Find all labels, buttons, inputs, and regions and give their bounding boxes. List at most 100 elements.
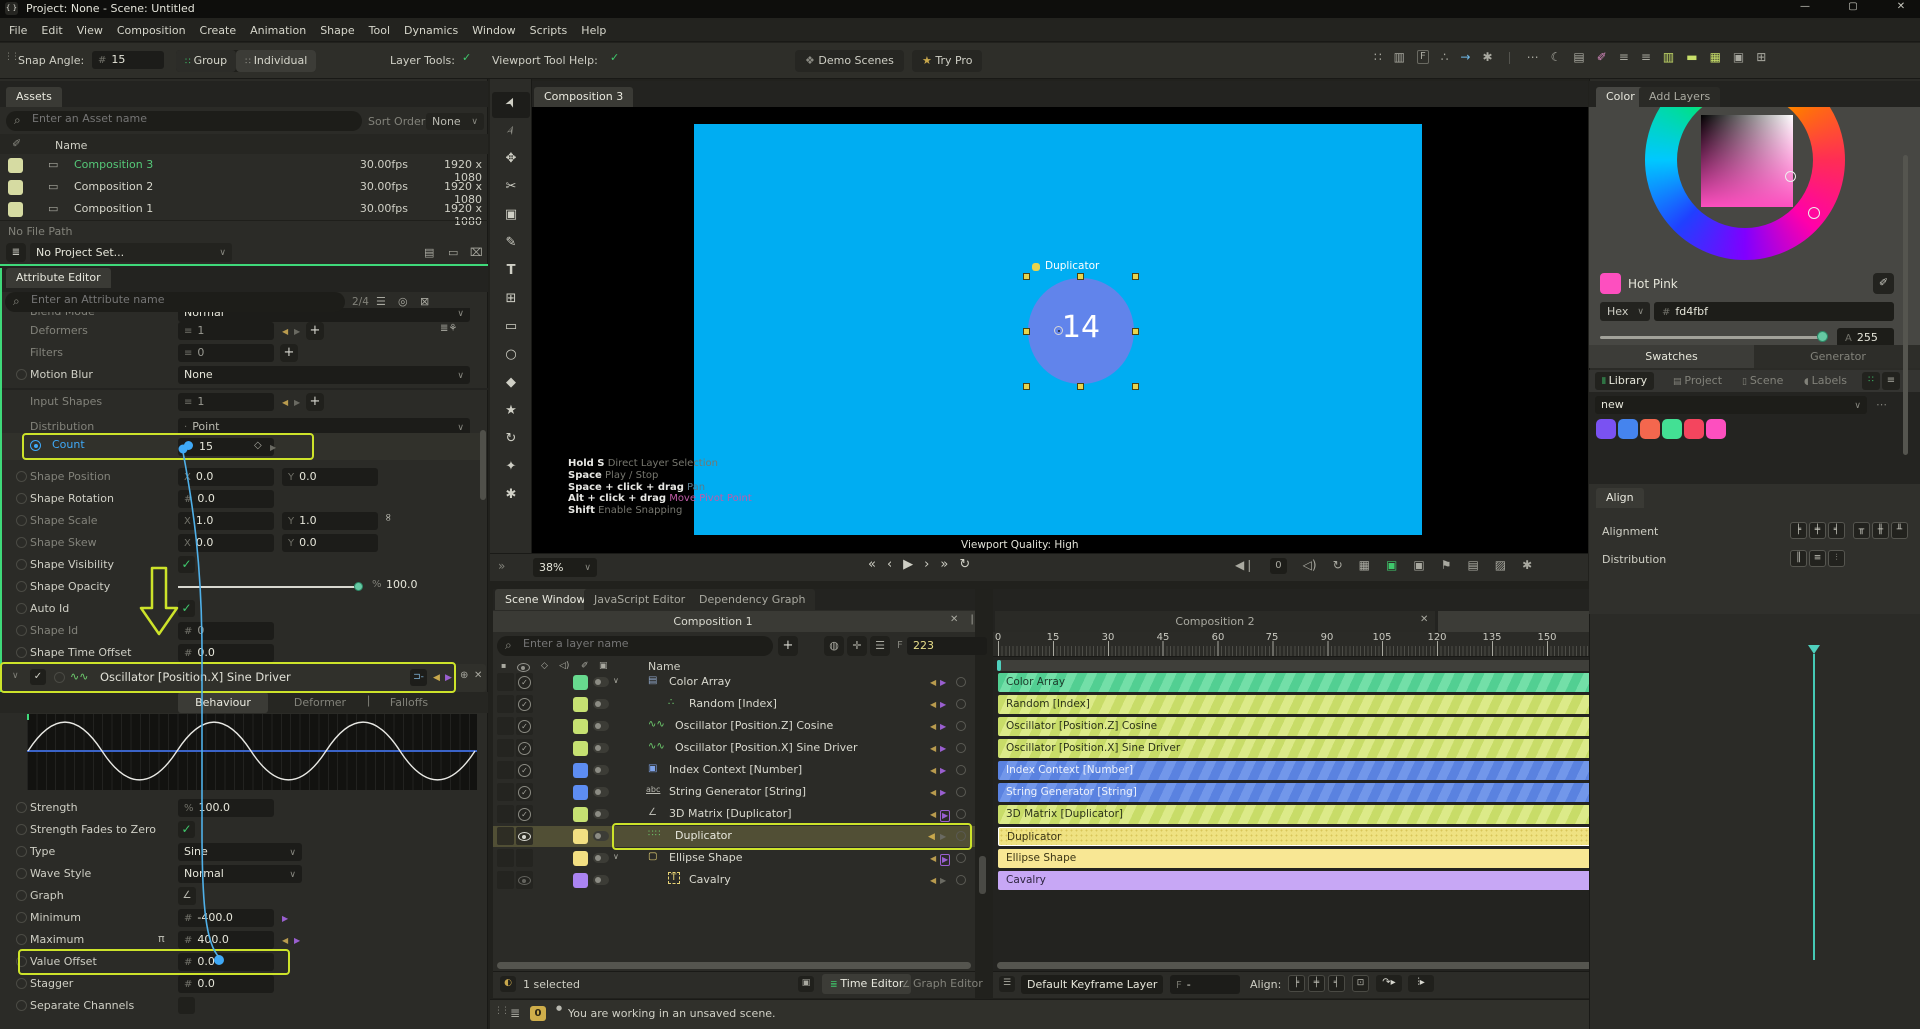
try-pro-button[interactable]: ★ Try Pro — [912, 50, 982, 72]
tool-settings-icon[interactable]: ✱ — [506, 487, 517, 502]
render-settings-icon[interactable]: ✱ — [1522, 558, 1532, 574]
alpha-slider[interactable] — [1600, 336, 1826, 339]
input-shapes-field[interactable]: ≡1 — [178, 393, 274, 411]
layer-row-ellipse[interactable]: ∨ ▢ Ellipse Shape ◀ ▶ — [493, 848, 975, 869]
in-handle-icon[interactable]: ◀ — [930, 876, 936, 886]
next-arrow-icon[interactable]: ▶ — [294, 936, 300, 946]
graph-editor-button[interactable]: ∠ Graph Editor — [898, 974, 987, 994]
asset-name[interactable]: Composition 3 — [74, 158, 153, 171]
expand-chevron-icon[interactable]: ∨ — [613, 676, 619, 685]
selection-handle[interactable] — [1023, 383, 1030, 390]
transform-tool-icon[interactable]: ⊞ — [506, 291, 517, 306]
oscillator-graph[interactable] — [27, 714, 477, 790]
enabled-check-icon[interactable]: ✓ — [518, 676, 531, 689]
close-behaviour-icon[interactable]: ✕ — [474, 670, 482, 681]
clear-icon[interactable]: ⊠ — [420, 295, 429, 308]
layer-row-oscillator-x[interactable]: ✓ ∿∿ Oscillator [Position.X] Sine Driver… — [493, 738, 975, 759]
enabled-check-icon[interactable]: ✓ — [518, 786, 531, 799]
out-handle-icon[interactable]: ▶ — [940, 810, 950, 822]
deformers-field[interactable]: ≡1 — [178, 322, 274, 340]
menu-tool[interactable]: Tool — [364, 21, 395, 41]
add-layer-button[interactable]: + — [778, 636, 798, 656]
sparkle-tool-icon[interactable]: ✦ — [506, 459, 517, 474]
text-tool-icon[interactable]: T — [507, 263, 516, 278]
layer-row-3d-matrix[interactable]: ✓ ∠ 3D Matrix [Duplicator] ◀ ▶ — [493, 804, 975, 825]
close-tab-icon[interactable]: ✕ — [1420, 614, 1428, 625]
strength-field[interactable]: %100.0 — [178, 799, 274, 817]
shape-skew-x-field[interactable]: X0.0 — [178, 534, 274, 552]
loop-circle-icon[interactable] — [956, 699, 966, 709]
next-arrow-icon[interactable]: ▶ — [270, 443, 276, 453]
layer-name[interactable]: Duplicator — [675, 829, 732, 842]
menu-animation[interactable]: Animation — [245, 21, 311, 41]
maximize-button[interactable]: ▢ — [1838, 1, 1868, 12]
toolbar-align-left-icon[interactable]: ≡ — [1619, 50, 1629, 64]
add-deformer-button[interactable]: + — [306, 322, 324, 340]
star-tool-icon[interactable]: ★ — [505, 403, 517, 418]
menu-shape[interactable]: Shape — [315, 21, 359, 41]
loop-circle-icon[interactable] — [956, 721, 966, 731]
layer-toggle-pill[interactable] — [593, 853, 609, 863]
next-frame-icon[interactable]: › — [924, 557, 929, 572]
library-button[interactable]: ⫴ Library — [1595, 372, 1654, 390]
group-button[interactable]: ∷ Group — [176, 50, 236, 72]
layer-toggle-pill[interactable] — [593, 677, 609, 687]
layer-row-random[interactable]: ✓ ∴ Random [Index] ◀ ▶ — [493, 694, 975, 715]
toolbar-align-right-icon[interactable]: ≡ — [1641, 50, 1651, 64]
toolbar-moon-icon[interactable]: ☾ — [1551, 50, 1562, 64]
out-handle-icon[interactable]: ▶ — [940, 832, 946, 842]
skip-start-icon[interactable]: « — [868, 557, 876, 572]
ease-curve-icon[interactable]: ↷▸ — [1376, 975, 1402, 992]
hex-mode-select[interactable]: Hex∨ — [1600, 302, 1650, 321]
viewport-tool-help-check-icon[interactable]: ✓ — [610, 51, 619, 64]
type-select[interactable]: Sine∨ — [178, 843, 302, 861]
shape-scale-toggle[interactable] — [16, 515, 27, 526]
loop-circle-icon[interactable] — [956, 677, 966, 687]
layer-name[interactable]: Oscillator [Position.Z] Cosine — [675, 719, 833, 732]
toolbar-layout-icon[interactable]: ⊞ — [1756, 50, 1766, 64]
grid-overlay-icon[interactable]: ▦ — [1359, 558, 1370, 574]
pencil-tool-icon[interactable]: ✎ — [506, 235, 517, 250]
shape-opacity-slider[interactable] — [178, 586, 362, 588]
log-icon[interactable]: ≣ — [510, 1006, 520, 1020]
screen-active-icon[interactable]: ▣ — [1386, 558, 1397, 574]
individual-button[interactable]: ∷ Individual — [236, 50, 316, 72]
asset-row[interactable]: ▭ Composition 2 30.00fps 1920 x 1080 — [0, 177, 488, 198]
tab-scene-composition-1[interactable]: Composition 1 — [493, 611, 933, 632]
minimum-field[interactable]: #-400.0 — [178, 909, 274, 927]
toolbar-grid2-icon[interactable]: ▦ — [1710, 50, 1721, 64]
loop-circle-icon[interactable] — [956, 809, 966, 819]
next-arrow-icon[interactable]: ▶ — [445, 673, 452, 683]
separate-channels-checkbox[interactable] — [178, 997, 195, 1014]
auto-id-checkbox[interactable]: ✓ — [178, 600, 195, 617]
deformer-extra-icons[interactable]: ≣⚘ — [440, 323, 457, 334]
layer-toggle-pill[interactable] — [593, 721, 609, 731]
align-h-center-icon[interactable]: ╪ — [1809, 522, 1826, 539]
stagger-toggle[interactable] — [16, 978, 27, 989]
eyedropper-button[interactable]: ✐ — [1873, 273, 1894, 294]
value-offset-toggle[interactable] — [16, 956, 27, 967]
shape-opacity-slider-handle[interactable] — [354, 582, 363, 591]
target-icon[interactable]: ◎ — [398, 295, 408, 308]
align-h-left-icon[interactable]: ╞ — [1790, 522, 1807, 539]
footer-frame-field[interactable]: F- — [1170, 975, 1240, 994]
layer-name[interactable]: String Generator [String] — [669, 785, 806, 798]
warning-count-badge[interactable]: 0 — [530, 1006, 546, 1021]
in-handle-icon[interactable]: ◀ — [928, 832, 935, 842]
viewport-canvas[interactable]: 14 Duplicator Hold S Direct Layer Select… — [532, 107, 1588, 553]
keyframe-layer-icon[interactable]: ☰ — [999, 976, 1015, 992]
layer-color-chip[interactable] — [573, 741, 588, 756]
saturation-value-box[interactable] — [1701, 115, 1793, 207]
motion-blur-select[interactable]: None∨ — [178, 366, 470, 384]
next-arrow-icon[interactable]: ▶ — [282, 914, 288, 924]
layer-color-chip[interactable] — [573, 675, 588, 690]
toolbar-grid-icon[interactable]: ∷ — [1374, 50, 1382, 64]
out-handle-icon[interactable]: ▶ — [940, 766, 946, 776]
layer-toggle-pill[interactable] — [593, 765, 609, 775]
in-handle-icon[interactable]: ◀ — [930, 722, 936, 732]
screen-icon[interactable]: ▣ — [1413, 558, 1424, 574]
swatch-tomato[interactable] — [1640, 419, 1660, 439]
selection-handle[interactable] — [1132, 273, 1139, 280]
checker-icon[interactable]: ▨ — [1495, 558, 1506, 574]
close-scene-tab-icon[interactable]: ✕ — [950, 614, 958, 625]
